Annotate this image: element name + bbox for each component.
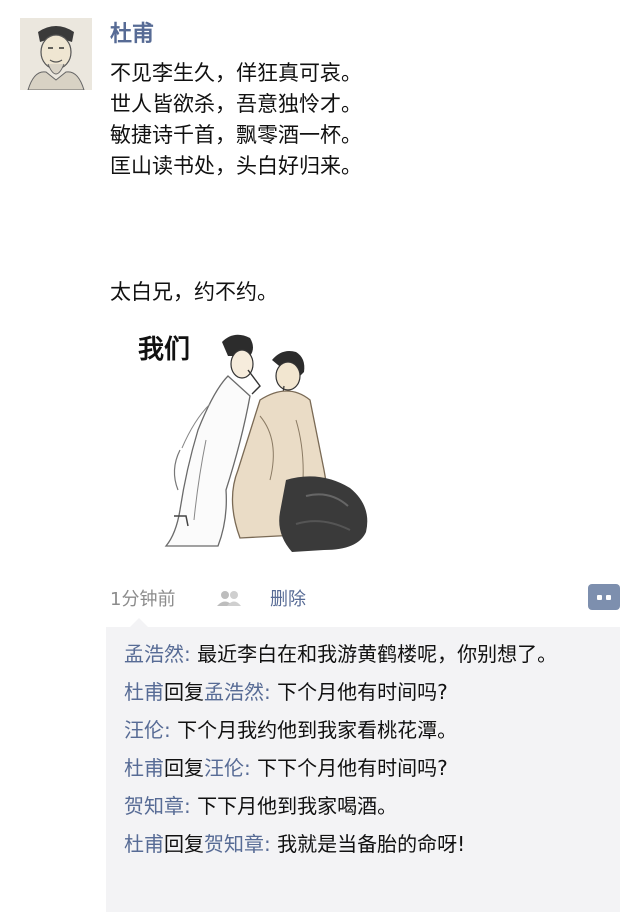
comment-separator: : [244, 756, 251, 780]
two-poets-illustration: 我们 [110, 320, 400, 556]
poem-line: 匡山读书处，头白好归来。 [110, 154, 362, 178]
comment-item[interactable]: 杜甫回复贺知章: 我就是当备胎的命呀! [124, 825, 604, 863]
comment-text: 我就是当备胎的命呀! [277, 832, 466, 856]
poem-line: 不见李生久，佯狂真可哀。 [110, 61, 362, 85]
comment-icon-dot [606, 595, 611, 600]
comment-item[interactable]: 杜甫回复孟浩然: 下个月他有时间吗? [124, 673, 604, 711]
post-text: 不见李生久，佯狂真可哀。 世人皆欲杀，吾意独怜才。 敏捷诗千首，飘零酒一杯。 匡… [110, 58, 362, 182]
comment-separator: : [264, 680, 271, 704]
author-name[interactable]: 杜甫 [110, 16, 154, 48]
comment-separator: : [184, 642, 191, 666]
reply-target-name[interactable]: 孟浩然 [204, 680, 264, 704]
comment-item[interactable]: 汪伦: 下个月我约他到我家看桃花潭。 [124, 711, 604, 749]
comment-text: 下下月他到我家喝酒。 [197, 794, 398, 818]
commenter-name[interactable]: 贺知章 [124, 794, 184, 818]
comment-text: 下下个月他有时间吗? [257, 756, 448, 780]
post-image[interactable]: 我们 [110, 320, 400, 556]
commenter-name[interactable]: 杜甫 [124, 680, 164, 704]
comment-text: 最近李白在和我游黄鹤楼呢，你别想了。 [197, 642, 558, 666]
comment-icon[interactable] [588, 584, 620, 610]
comment-separator: : [184, 794, 191, 818]
reply-target-name[interactable]: 汪伦 [204, 756, 244, 780]
comment-text: 下个月他有时间吗? [277, 680, 448, 704]
commenter-name[interactable]: 汪伦 [124, 718, 164, 742]
comments-caret [130, 618, 148, 627]
people-icon [214, 589, 244, 607]
commenter-name[interactable]: 杜甫 [124, 756, 164, 780]
reply-target-name[interactable]: 贺知章 [204, 832, 264, 856]
reply-label: 回复 [164, 756, 204, 780]
post-time: 1分钟前 [110, 589, 176, 610]
reply-label: 回复 [164, 680, 204, 704]
commenter-name[interactable]: 孟浩然 [124, 642, 184, 666]
avatar[interactable] [20, 18, 92, 90]
post-meta: 1分钟前 删除 [110, 584, 306, 612]
reply-label: 回复 [164, 832, 204, 856]
avatar-portrait [20, 18, 92, 90]
comment-item[interactable]: 孟浩然: 最近李白在和我游黄鹤楼呢，你别想了。 [124, 635, 604, 673]
comment-separator: : [264, 832, 271, 856]
commenter-name[interactable]: 杜甫 [124, 832, 164, 856]
comments-panel: 孟浩然: 最近李白在和我游黄鹤楼呢，你别想了。 杜甫回复孟浩然: 下个月他有时间… [106, 627, 620, 912]
poem-line: 世人皆欲杀，吾意独怜才。 [110, 92, 362, 116]
image-caption: 我们 [138, 335, 190, 365]
comment-icon-dot [597, 595, 602, 600]
delete-button[interactable]: 删除 [270, 585, 306, 611]
comment-item[interactable]: 贺知章: 下下月他到我家喝酒。 [124, 787, 604, 825]
poem-line: 敏捷诗千首，飘零酒一杯。 [110, 123, 362, 147]
comment-text: 下个月我约他到我家看桃花潭。 [177, 718, 458, 742]
comment-item[interactable]: 杜甫回复汪伦: 下下个月他有时间吗? [124, 749, 604, 787]
post-extra-text: 太白兄，约不约。 [110, 280, 278, 304]
comment-separator: : [164, 718, 171, 742]
